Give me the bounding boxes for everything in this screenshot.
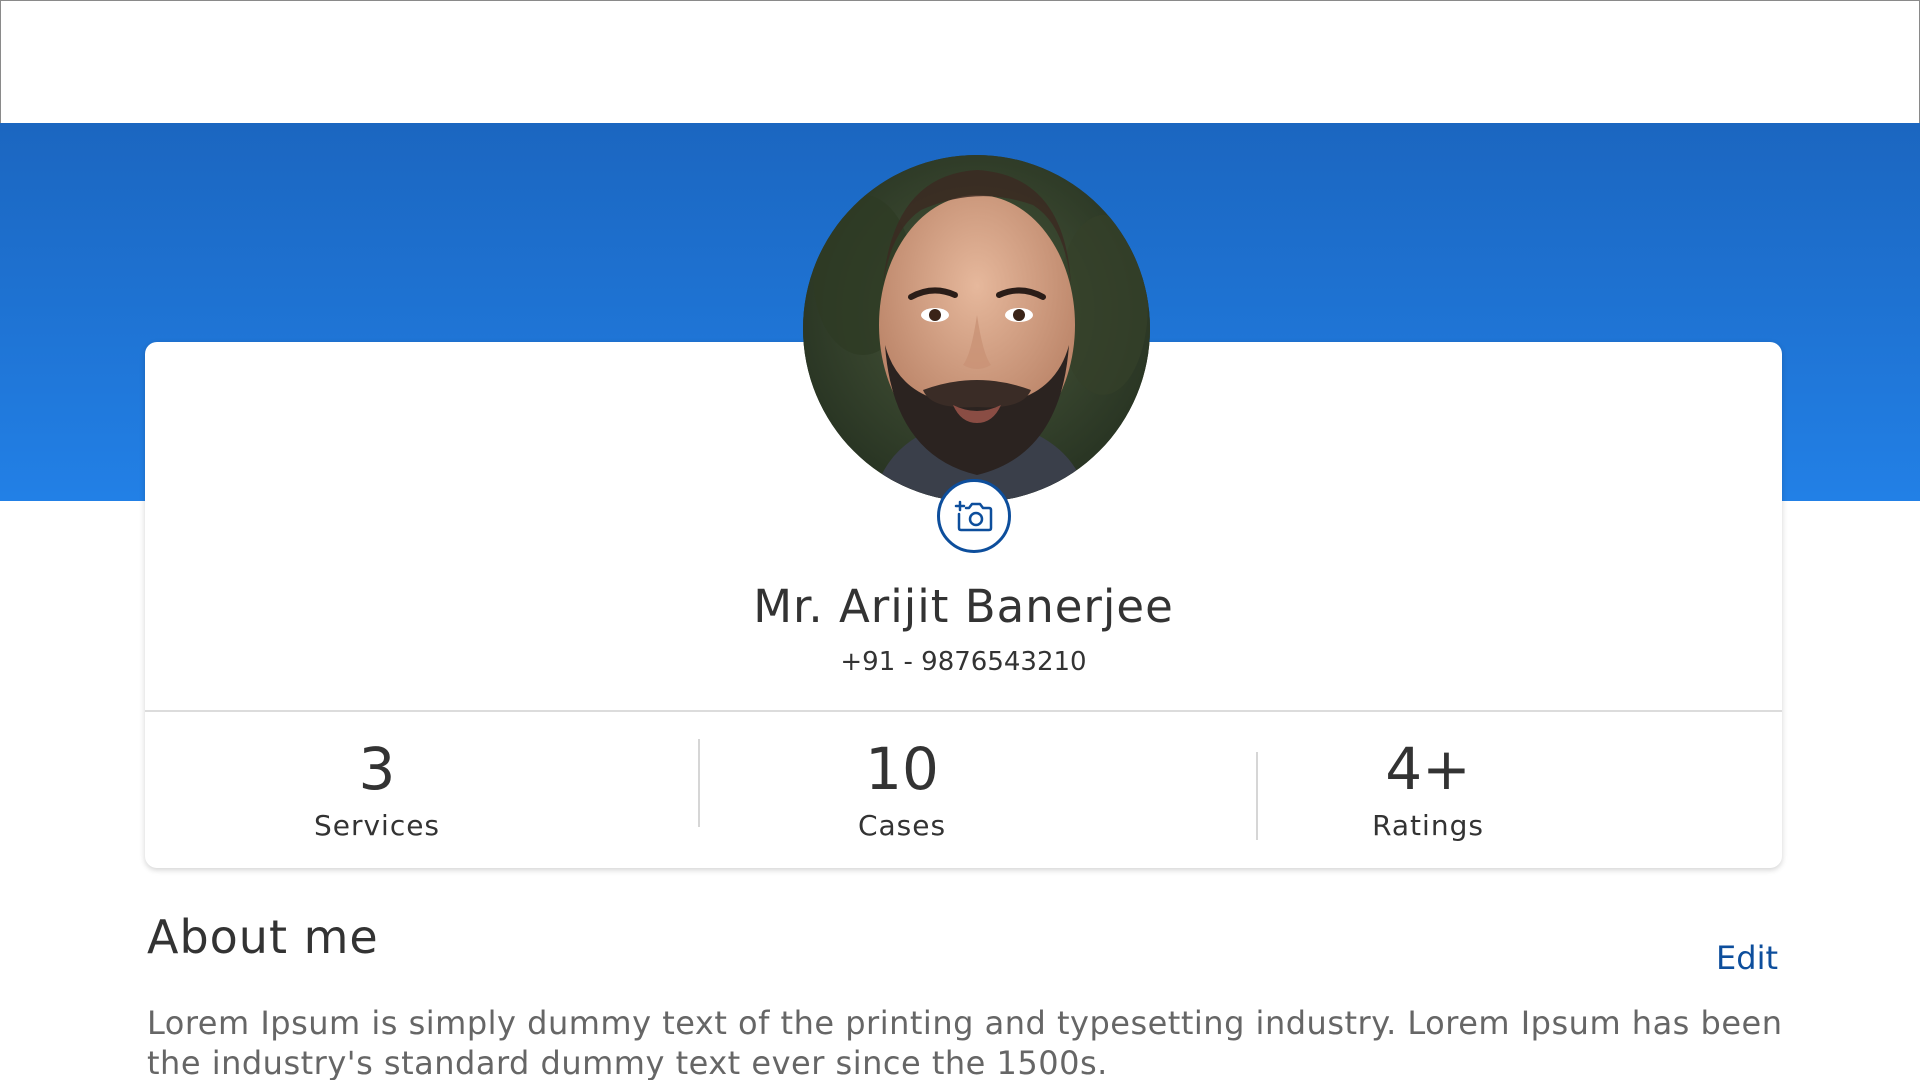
avatar-photo bbox=[803, 155, 1150, 502]
stat-value: 3 bbox=[358, 735, 396, 803]
profile-phone: +91 - 9876543210 bbox=[840, 647, 1087, 677]
stat-label: Cases bbox=[857, 809, 947, 842]
stat-cases[interactable]: 10 Cases bbox=[692, 712, 1112, 844]
top-bar bbox=[0, 0, 1920, 123]
stat-ratings[interactable]: 4+ Ratings bbox=[1218, 712, 1638, 844]
stat-services[interactable]: 3 Services bbox=[167, 712, 587, 844]
edit-about-button[interactable]: Edit bbox=[1716, 938, 1778, 978]
change-photo-button[interactable] bbox=[937, 479, 1011, 553]
stat-label: Services bbox=[313, 809, 441, 842]
avatar[interactable] bbox=[803, 155, 1150, 502]
about-title: About me bbox=[147, 910, 379, 964]
profile-name: Mr. Arijit Banerjee bbox=[753, 580, 1174, 633]
stats-row: 3 Services 10 Cases 4+ Ratings bbox=[145, 712, 1782, 868]
about-text: Lorem Ipsum is simply dummy text of the … bbox=[147, 1004, 1783, 1080]
stat-value: 4+ bbox=[1385, 735, 1471, 803]
stat-label: Ratings bbox=[1372, 809, 1484, 842]
profile-page: Mr. Arijit Banerjee +91 - 9876543210 3 S… bbox=[0, 0, 1920, 1080]
stat-value: 10 bbox=[865, 735, 939, 803]
camera-add-icon bbox=[954, 500, 993, 532]
